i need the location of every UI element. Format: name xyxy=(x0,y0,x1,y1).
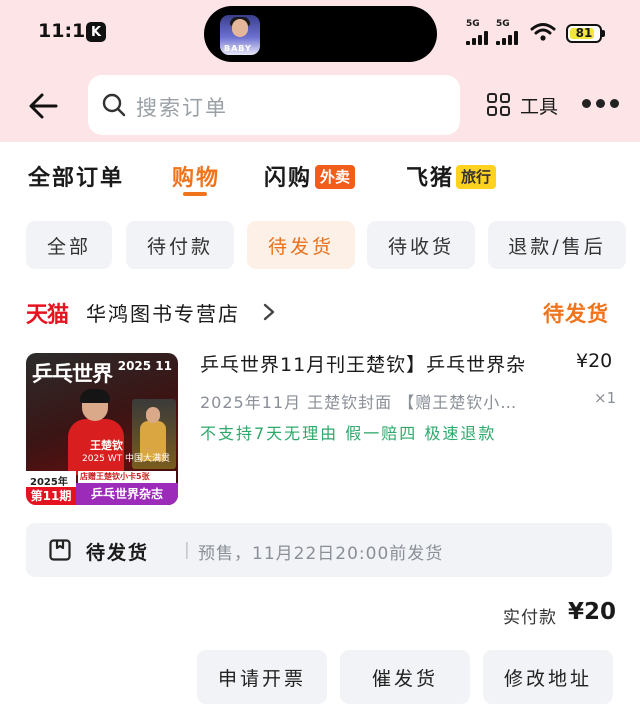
shipping-label: 待发货 xyxy=(86,542,150,564)
signal-label-2: 5G xyxy=(496,19,510,29)
signal-label-1: 5G xyxy=(466,19,480,29)
battery-icon: 81 xyxy=(566,24,605,43)
paid-amount: ¥20 xyxy=(568,599,617,625)
filter-pending-payment[interactable]: 待付款 xyxy=(126,221,234,269)
status-bar: 11:15 K BABY 5G 5G 81 xyxy=(0,0,640,66)
paid-label: 实付款 xyxy=(503,608,557,628)
travel-badge: 旅行 xyxy=(456,165,497,189)
active-tab-indicator xyxy=(183,192,207,196)
waimai-badge: 外卖 xyxy=(315,165,356,189)
tab-fliggy[interactable]: 飞猪 xyxy=(406,160,454,192)
cover-subtitle: 2025 WT 中国大满贯 xyxy=(82,454,171,464)
order-status: 待发货 xyxy=(543,302,609,326)
tools-label: 工具 xyxy=(520,96,559,118)
cover-title: 乒乓世界 xyxy=(32,362,113,386)
shop-name[interactable]: 华鸿图书专营店 xyxy=(86,298,240,327)
shipping-text: 预售，11月22日20:00前发货 xyxy=(198,544,444,564)
thumbnail-text: BABY xyxy=(224,44,252,53)
product-title[interactable]: 乒乓世界11月刊王楚钦】乒乓世界杂 xyxy=(200,350,560,377)
back-arrow-icon[interactable] xyxy=(26,88,62,124)
chevron-right-icon[interactable] xyxy=(262,302,276,322)
cover-stripe: 店赠王楚钦小卡5张 xyxy=(78,471,176,483)
product-image[interactable]: 乒乓世界 2025 11 王楚钦 2025 WT 中国大满贯 店赠王楚钦小卡5张… xyxy=(26,353,178,505)
change-address-button[interactable]: 修改地址 xyxy=(483,650,613,704)
more-icon[interactable] xyxy=(582,96,622,112)
product-spec: 2025年11月 王楚钦封面 【赠王楚钦小… xyxy=(200,393,518,412)
now-playing-thumbnail[interactable]: BABY xyxy=(220,15,260,55)
tab-shopping[interactable]: 购物 xyxy=(172,160,220,192)
shipping-info[interactable]: 待发货 | 预售，11月22日20:00前发货 xyxy=(26,523,612,577)
wifi-icon xyxy=(530,23,556,41)
search-placeholder: 搜索订单 xyxy=(136,96,228,120)
search-input[interactable]: 搜索订单 xyxy=(88,75,460,135)
filter-pending-shipment[interactable]: 待发货 xyxy=(247,221,355,269)
tab-flash-buy[interactable]: 闪购 xyxy=(264,160,312,192)
cover-issue-badge: 2025年 第11期 xyxy=(26,471,76,505)
service-tags: 不支持7天无理由 假一赔四 极速退款 xyxy=(200,424,497,443)
tab-all-orders[interactable]: 全部订单 xyxy=(28,160,124,192)
cover-year: 2025年 xyxy=(30,477,68,488)
dynamic-island[interactable]: BABY xyxy=(204,6,437,62)
filter-all[interactable]: 全部 xyxy=(26,221,112,269)
product-quantity: ×1 xyxy=(594,389,617,407)
cover-brand: 乒乓世界杂志 xyxy=(76,483,178,505)
cover-period: 第11期 xyxy=(26,487,76,505)
filter-pending-receipt[interactable]: 待收货 xyxy=(367,221,475,269)
tmall-logo: 天猫 xyxy=(26,303,69,328)
package-icon xyxy=(49,539,71,561)
request-invoice-button[interactable]: 申请开票 xyxy=(197,650,327,704)
grid-icon xyxy=(487,93,510,116)
filter-refund-aftersale[interactable]: 退款/售后 xyxy=(488,221,626,269)
product-price: ¥20 xyxy=(576,350,613,372)
battery-level: 81 xyxy=(575,26,593,40)
search-icon xyxy=(102,93,126,117)
app-k-icon: K xyxy=(86,22,106,42)
cover-issue: 2025 11 xyxy=(117,359,172,373)
shipping-divider: | xyxy=(184,540,190,560)
urge-shipment-button[interactable]: 催发货 xyxy=(340,650,470,704)
